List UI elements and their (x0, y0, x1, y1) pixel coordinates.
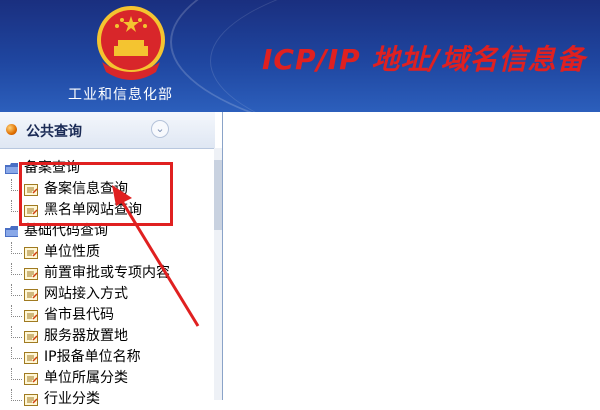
tree-item-label: 单位所属分类 (44, 370, 128, 386)
national-emblem-icon (97, 6, 165, 80)
document-icon (24, 394, 38, 406)
document-icon (24, 268, 38, 280)
org-name: 工业和信息化部 (68, 87, 173, 103)
document-icon (24, 289, 38, 301)
tree-item-pre-approval[interactable]: 前置审批或专项内容 (0, 263, 214, 284)
panel-title: 公共查询 (26, 124, 82, 140)
document-icon (24, 310, 38, 322)
tree-item-label: 服务器放置地 (44, 328, 128, 344)
document-icon (24, 352, 38, 364)
site-header: 工业和信息化部 ICP/IP 地址/域名信息备 (0, 0, 600, 112)
chevron-down-icon[interactable]: ⌄ (151, 120, 169, 138)
tree-item-label: IP报备单位名称 (44, 349, 141, 365)
tree-item-unit-nature[interactable]: 单位性质 (0, 242, 214, 263)
document-icon (24, 247, 38, 259)
tree-item-label: 行业分类 (44, 391, 100, 407)
tree-item-ip-unit-name[interactable]: IP报备单位名称 (0, 347, 214, 368)
folder-icon (5, 163, 18, 174)
tree-item-unit-category[interactable]: 单位所属分类 (0, 368, 214, 389)
banner-title: ICP/IP 地址/域名信息备 (262, 43, 586, 76)
document-icon (24, 373, 38, 385)
tree-item-label: 前置审批或专项内容 (44, 265, 170, 281)
tree-item-label: 省市县代码 (44, 307, 114, 323)
tree-item-label: 单位性质 (44, 244, 100, 260)
annotation-highlight-box (19, 162, 173, 226)
sidebar-scrollbar[interactable] (214, 148, 222, 400)
orange-dot-icon (6, 124, 17, 135)
document-icon (24, 331, 38, 343)
tree-item-label: 网站接入方式 (44, 286, 128, 302)
sidebar: 公共查询 ⌄ 备案查询 备案信息查询 黑名单网站查询 基础代码查询 单位性质 前… (0, 112, 223, 407)
tree-item-region-code[interactable]: 省市县代码 (0, 305, 214, 326)
folder-icon (5, 226, 18, 237)
scrollbar-thumb[interactable] (214, 160, 222, 230)
tree-item-access-method[interactable]: 网站接入方式 (0, 284, 214, 305)
panel-header[interactable]: 公共查询 ⌄ (0, 112, 215, 149)
tree-item-server-location[interactable]: 服务器放置地 (0, 326, 214, 347)
